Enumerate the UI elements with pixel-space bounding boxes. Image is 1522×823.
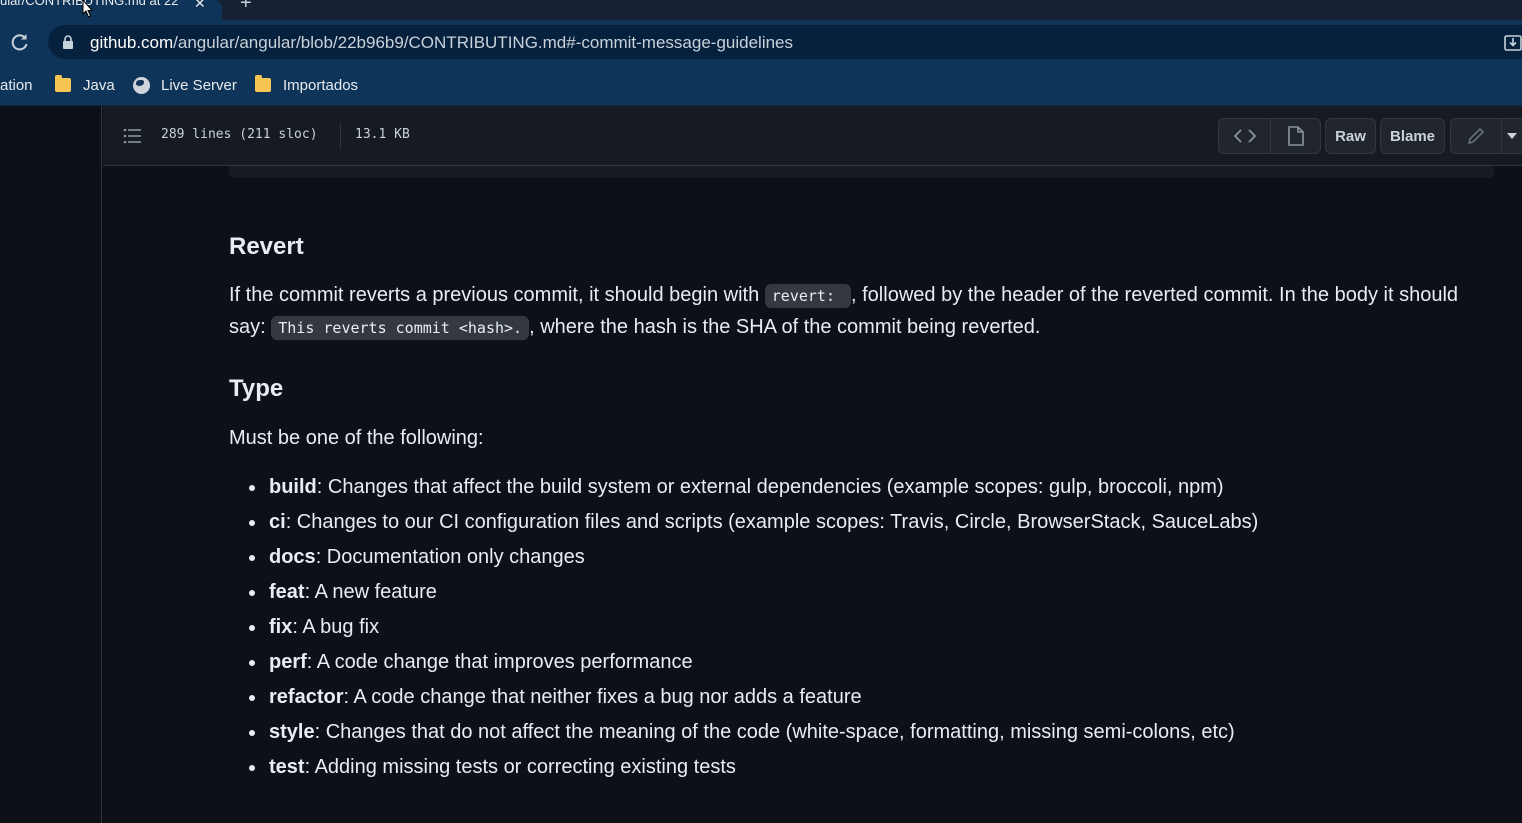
previous-code-block-bottom — [229, 166, 1494, 178]
bookmark-item[interactable]: ation — [0, 74, 33, 96]
edit-button[interactable] — [1450, 118, 1502, 154]
new-tab-icon[interactable]: + — [240, 0, 252, 15]
tab-strip: ular/CONTRIBUTING.md at 22 ✕ + — [0, 0, 1522, 20]
file-lines-info: 289 lines (211 sloc) — [161, 127, 318, 142]
url-text[interactable]: github.com/angular/angular/blob/22b96b9/… — [90, 33, 793, 53]
tab-title: ular/CONTRIBUTING.md at 22 — [0, 0, 179, 8]
bookmarks-bar: ation Java Live Server Importados — [0, 64, 1522, 106]
globe-icon — [133, 76, 150, 94]
code-view-button[interactable] — [1218, 118, 1271, 154]
type-list: build: Changes that affect the build sys… — [249, 470, 1258, 785]
list-item: perf: A code change that improves perfor… — [249, 645, 1258, 680]
mouse-cursor-icon — [82, 0, 94, 18]
reload-icon[interactable] — [10, 32, 30, 52]
bookmark-live-server[interactable]: Live Server — [133, 74, 237, 96]
folder-icon — [255, 75, 271, 92]
preview-button[interactable] — [1270, 118, 1321, 154]
file-header: 289 lines (211 sloc) 13.1 KB Raw Blame — [103, 106, 1522, 166]
browser-tab[interactable]: ular/CONTRIBUTING.md at 22 ✕ — [0, 0, 222, 20]
browser-toolbar: github.com/angular/angular/blob/22b96b9/… — [0, 20, 1522, 64]
bookmark-folder-java[interactable]: Java — [55, 74, 115, 96]
chevron-down-icon — [1507, 133, 1517, 139]
inline-code: This reverts commit <hash>. — [271, 316, 530, 340]
list-item: docs: Documentation only changes — [249, 540, 1258, 575]
raw-button[interactable]: Raw — [1325, 118, 1376, 154]
list-item: feat: A new feature — [249, 575, 1258, 610]
inline-code: revert: — [764, 284, 852, 308]
divider — [340, 124, 341, 148]
lock-icon[interactable] — [62, 35, 74, 49]
close-icon[interactable]: ✕ — [194, 0, 206, 12]
github-page: 289 lines (211 sloc) 13.1 KB Raw Blame R… — [0, 106, 1522, 823]
type-intro: Must be one of the following: — [229, 427, 484, 449]
list-item: style: Changes that do not affect the me… — [249, 715, 1258, 750]
code-icon — [1233, 129, 1256, 143]
list-item: refactor: A code change that neither fix… — [249, 680, 1258, 715]
file-icon — [1287, 126, 1304, 146]
list-item: test: Adding missing tests or correcting… — [249, 750, 1258, 785]
left-rail — [0, 106, 102, 823]
file-size: 13.1 KB — [355, 127, 410, 142]
revert-paragraph: If the commit reverts a previous commit,… — [229, 284, 1459, 340]
folder-icon — [55, 75, 71, 92]
install-app-icon[interactable] — [1504, 34, 1522, 52]
edit-dropdown-button[interactable] — [1501, 118, 1522, 154]
list-item: ci: Changes to our CI configuration file… — [249, 505, 1258, 540]
list-item: fix: A bug fix — [249, 610, 1258, 645]
bookmark-folder-importados[interactable]: Importados — [255, 74, 358, 96]
pencil-icon — [1467, 127, 1485, 145]
type-heading: Type — [229, 375, 284, 402]
revert-heading: Revert — [229, 233, 304, 260]
list-item: build: Changes that affect the build sys… — [249, 470, 1258, 505]
blame-button[interactable]: Blame — [1380, 118, 1445, 154]
address-bar[interactable]: github.com/angular/angular/blob/22b96b9/… — [48, 25, 1522, 59]
outline-icon[interactable] — [123, 128, 141, 144]
